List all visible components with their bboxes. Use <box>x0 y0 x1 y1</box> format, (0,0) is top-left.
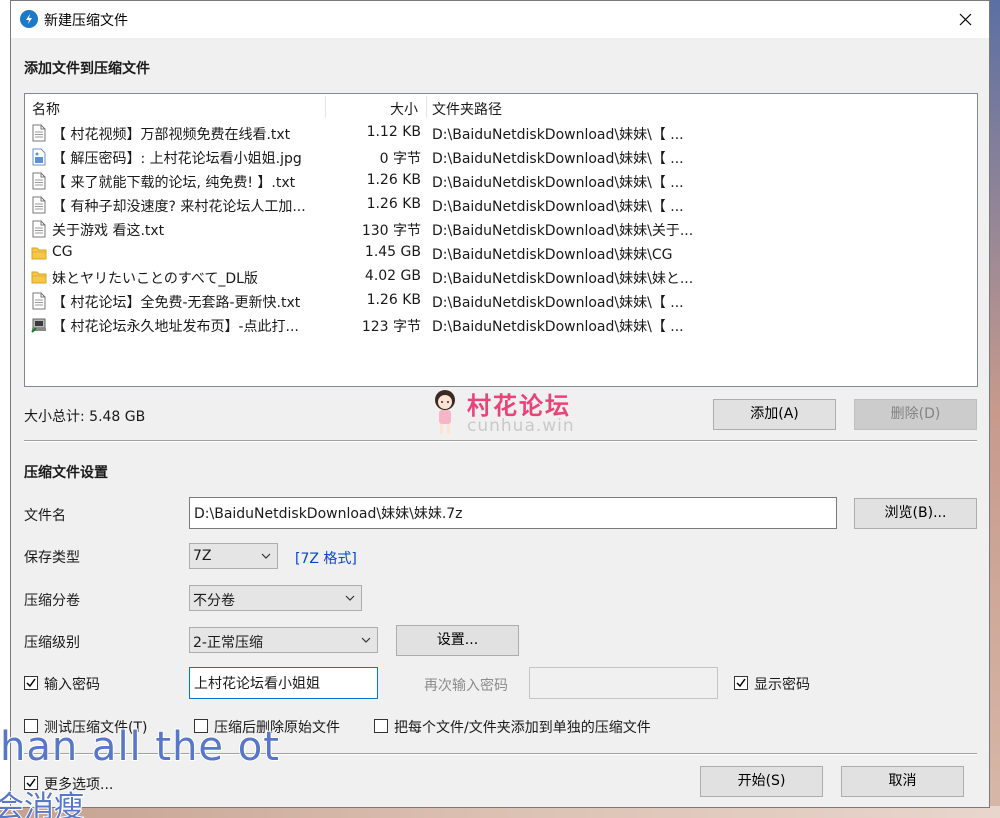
file-path: D:\BaiduNetdiskDownload\妹妹\【 ... <box>432 175 684 191</box>
file-row[interactable]: 【 有种子却没速度? 来村花论坛人工加... 1.26 KB D:\BaiduNet… <box>25 193 977 217</box>
url-shortcut-icon <box>31 316 47 334</box>
save-type-label: 保存类型 <box>24 550 80 566</box>
file-size: 1.12 KB <box>366 124 421 140</box>
divider <box>24 440 977 442</box>
filename-input[interactable]: D:\BaiduNetdiskDownload\妹妹\妹妹.7z <box>189 497 837 529</box>
app-icon <box>20 10 38 28</box>
watermark-subtitle: cunhua.win <box>467 416 575 436</box>
file-name: 【 村花论坛永久地址发布页】-点此打... <box>52 319 299 335</box>
checkbox-box <box>24 676 38 690</box>
checkmark-icon <box>26 678 36 688</box>
file-row[interactable]: 妹とヤリたいことのすべて_DL版 4.02 GB D:\BaiduNetdiskDo… <box>25 265 977 289</box>
window-title: 新建压缩文件 <box>44 13 128 29</box>
save-type-value: 7Z <box>193 548 212 564</box>
image-file-icon <box>31 148 47 166</box>
file-path: D:\BaiduNetdiskDownload\妹妹\CG <box>432 247 673 263</box>
password-checkbox-label: 输入密码 <box>44 677 100 693</box>
file-name: 【 村花论坛】全免费-无套路-更新快.txt <box>52 295 301 311</box>
new-archive-dialog: 新建压缩文件 添加文件到压缩文件 名称 大小 文件夹路径 【 村花视频】万部视频… <box>10 0 990 808</box>
add-files-heading: 添加文件到压缩文件 <box>24 61 150 77</box>
file-size: 1.45 GB <box>364 244 421 260</box>
level-label: 压缩级别 <box>24 635 80 651</box>
column-header-name[interactable]: 名称 <box>32 99 60 119</box>
girl-mascot-icon <box>435 390 455 434</box>
desktop-background-right <box>990 0 1000 818</box>
chevron-down-icon <box>361 637 371 643</box>
file-path: D:\BaiduNetdiskDownload\妹妹\【 ... <box>432 199 684 215</box>
checkmark-icon <box>736 678 746 688</box>
save-type-select[interactable]: 7Z <box>189 543 278 569</box>
watermark: 村花论坛 cunhua.win <box>429 388 599 438</box>
separate-archives-label: 把每个文件/文件夹添加到单独的压缩文件 <box>394 720 651 736</box>
file-name: 【 解压密码】: 上村花论坛看小姐姐.jpg <box>52 151 302 167</box>
video-subtitle-english: han all the ot <box>0 723 280 771</box>
file-size: 123 字节 <box>361 319 421 335</box>
reenter-password-input[interactable] <box>529 667 718 699</box>
file-list[interactable]: 名称 大小 文件夹路径 【 村花视频】万部视频免费在线看.txt 1.12 KB D… <box>24 93 978 387</box>
file-path: D:\BaiduNetdiskDownload\妹妹\妹と... <box>432 271 694 287</box>
file-row[interactable]: 【 村花论坛永久地址发布页】-点此打... 123 字节 D:\BaiduNetdi… <box>25 313 977 337</box>
file-row[interactable]: 关于游戏 看这.txt 130 字节 D:\BaiduNetdiskDownload… <box>25 217 977 241</box>
folder-icon <box>31 268 47 286</box>
close-button[interactable] <box>943 1 989 38</box>
cancel-button[interactable]: 取消 <box>841 766 964 797</box>
close-icon <box>959 13 972 26</box>
file-path: D:\BaiduNetdiskDownload\妹妹\【 ... <box>432 127 684 143</box>
checkbox-box <box>734 676 748 690</box>
file-name: 【 有种子却没速度? 来村花论坛人工加... <box>52 199 306 215</box>
split-select[interactable]: 不分卷 <box>189 585 362 611</box>
file-size: 1.26 KB <box>366 292 421 308</box>
start-button[interactable]: 开始(S) <box>700 766 823 797</box>
video-subtitle-chinese: 会消瘦 <box>0 789 85 818</box>
text-file-icon <box>31 172 47 190</box>
file-row[interactable]: 【 村花视频】万部视频免费在线看.txt 1.12 KB D:\BaiduNetdi… <box>25 121 977 145</box>
file-size: 130 字节 <box>361 223 421 239</box>
reenter-password-label: 再次输入密码 <box>424 678 508 694</box>
split-label: 压缩分卷 <box>24 593 80 609</box>
folder-icon <box>31 244 47 262</box>
column-header-size[interactable]: 大小 <box>390 99 418 119</box>
total-size-label: 大小总计: 5.48 GB <box>24 409 146 425</box>
file-size: 1.26 KB <box>366 196 421 212</box>
file-row[interactable]: 【 村花论坛】全免费-无套路-更新快.txt 1.26 KB D:\BaiduNet… <box>25 289 977 313</box>
settings-heading: 压缩文件设置 <box>24 465 108 481</box>
file-path: D:\BaiduNetdiskDownload\妹妹\【 ... <box>432 319 684 335</box>
file-row[interactable]: 【 来了就能下载的论坛, 纯免费! 】.txt 1.26 KB D:\BaiduNe… <box>25 169 977 193</box>
file-name: 关于游戏 看这.txt <box>52 223 165 239</box>
settings-button[interactable]: 设置... <box>396 625 519 656</box>
file-row[interactable]: 【 解压密码】: 上村花论坛看小姐姐.jpg 0 字节 D:\BaiduNetdis… <box>25 145 977 169</box>
file-name: 【 村花视频】万部视频免费在线看.txt <box>52 127 291 143</box>
column-header-path[interactable]: 文件夹路径 <box>432 99 502 119</box>
format-link[interactable]: [7Z 格式] <box>295 548 357 568</box>
split-value: 不分卷 <box>193 593 235 609</box>
checkbox-box <box>374 719 388 733</box>
add-button[interactable]: 添加(A) <box>713 399 836 430</box>
filename-label: 文件名 <box>24 508 66 524</box>
text-file-icon <box>31 292 47 310</box>
chevron-down-icon <box>345 595 355 601</box>
file-list-header: 名称 大小 文件夹路径 <box>25 94 977 120</box>
level-select[interactable]: 2-正常压缩 <box>189 627 378 653</box>
file-row[interactable]: CG 1.45 GB D:\BaiduNetdiskDownload\妹妹\CG <box>25 241 977 265</box>
delete-button[interactable]: 删除(D) <box>854 399 977 430</box>
file-path: D:\BaiduNetdiskDownload\妹妹\【 ... <box>432 295 684 311</box>
file-path: D:\BaiduNetdiskDownload\妹妹\关于... <box>432 223 694 239</box>
file-name: 【 来了就能下载的论坛, 纯免费! 】.txt <box>52 175 296 191</box>
browse-button[interactable]: 浏览(B)... <box>854 498 977 529</box>
level-value: 2-正常压缩 <box>193 635 263 651</box>
show-password-label: 显示密码 <box>754 677 810 693</box>
text-file-icon <box>31 220 47 238</box>
file-name: CG <box>52 244 73 260</box>
text-file-icon <box>31 196 47 214</box>
file-size: 4.02 GB <box>364 268 421 284</box>
text-file-icon <box>31 124 47 142</box>
file-size: 0 字节 <box>379 151 421 167</box>
file-path: D:\BaiduNetdiskDownload\妹妹\【 ... <box>432 151 684 167</box>
chevron-down-icon <box>261 553 271 559</box>
title-bar: 新建压缩文件 <box>11 1 989 38</box>
file-size: 1.26 KB <box>366 172 421 188</box>
password-input[interactable]: 上村花论坛看小姐姐 <box>189 667 378 699</box>
file-name: 妹とヤリたいことのすべて_DL版 <box>52 271 258 287</box>
